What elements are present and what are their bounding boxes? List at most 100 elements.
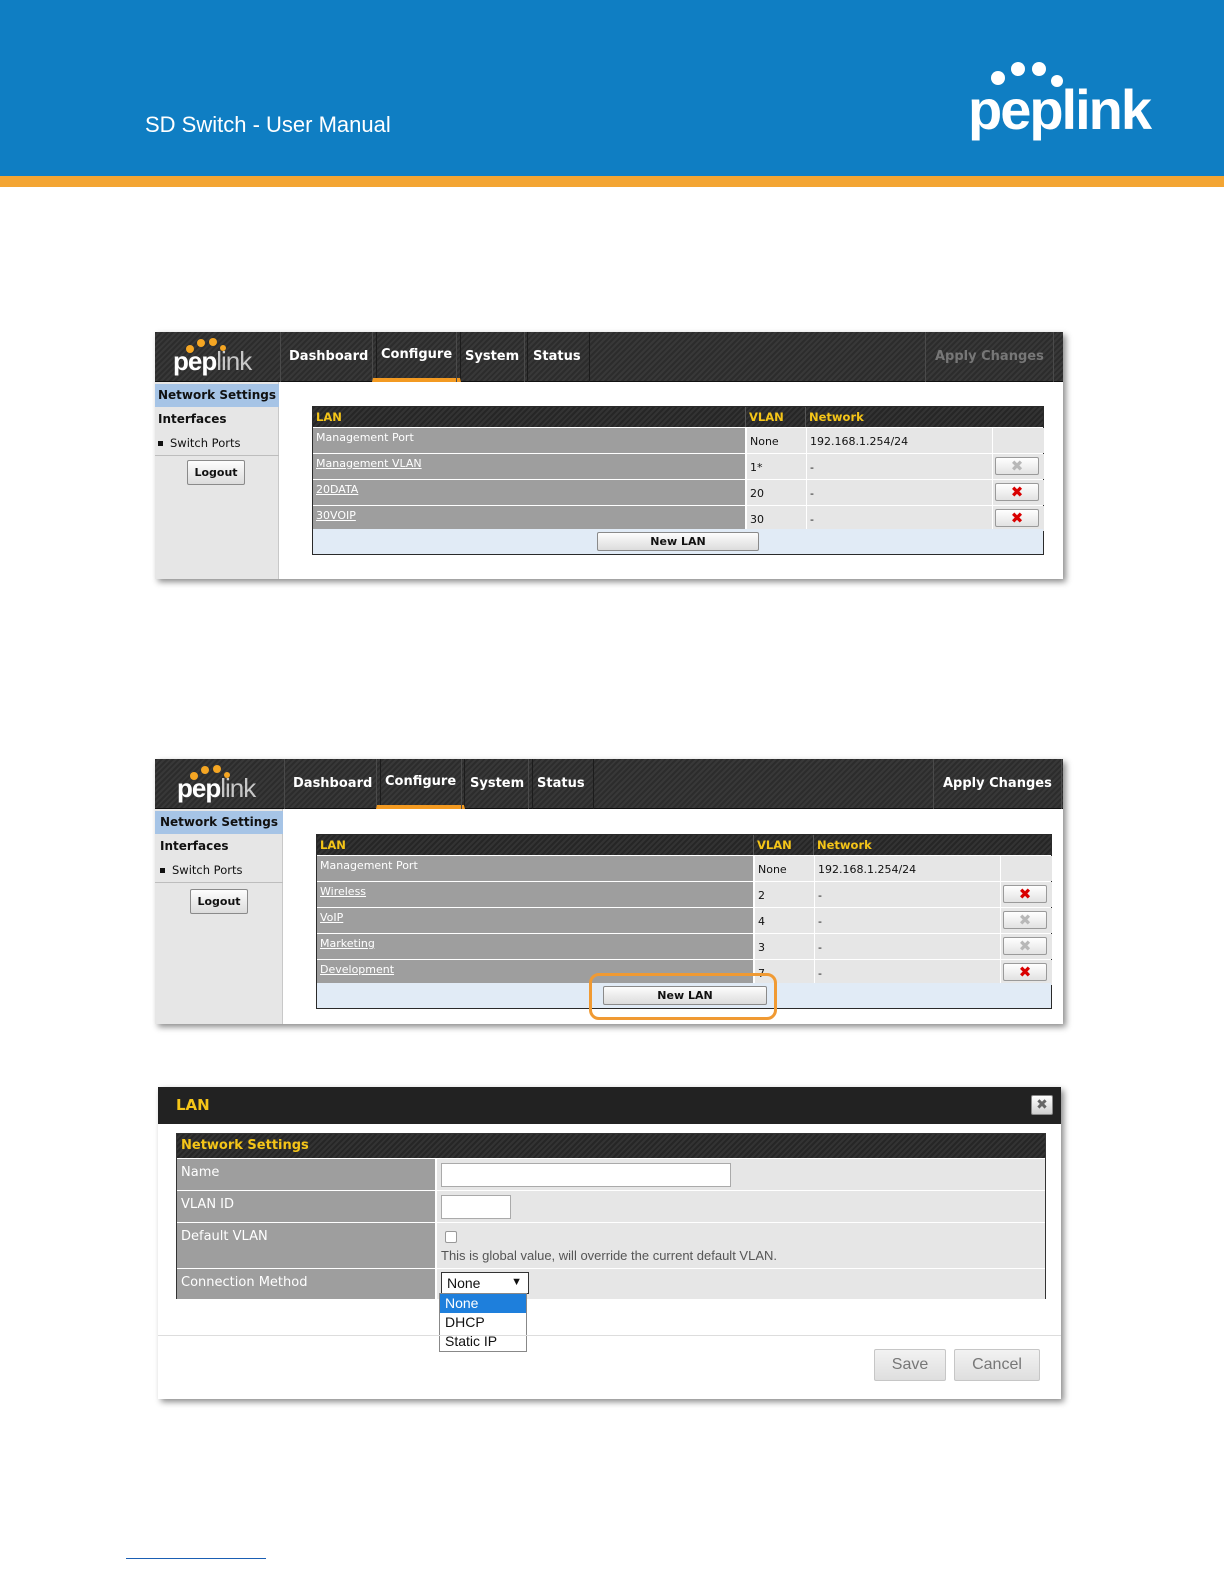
new-lan-button[interactable]: New LAN — [597, 532, 759, 551]
network-cell: - — [807, 480, 993, 505]
network-cell: - — [807, 454, 993, 479]
table-row: VoIP 4 - ✖ — [317, 907, 1053, 933]
delete-icon: ✖ — [1003, 911, 1047, 929]
network-cell: - — [815, 882, 1001, 907]
tab-system[interactable]: System — [461, 759, 534, 809]
brand-wordmark: peplink — [968, 78, 1152, 141]
lan-name-cell: VoIP — [317, 908, 755, 933]
default-vlan-label: Default VLAN — [177, 1223, 437, 1268]
network-cell: - — [807, 506, 993, 531]
save-button[interactable]: Save — [874, 1349, 946, 1381]
sidebar: Network Settings Interfaces Switch Ports… — [155, 809, 283, 1024]
lan-link[interactable]: VoIP — [320, 911, 343, 924]
lan-name-cell: Marketing — [317, 934, 755, 959]
dropdown-arrow-icon: ▼ — [511, 1276, 522, 1288]
action-cell: ✖ — [1001, 908, 1053, 933]
form-row-vlan-id: VLAN ID — [177, 1190, 1045, 1222]
column-header-lan: LAN — [320, 838, 346, 852]
peplink-brand-logo: peplink — [968, 60, 1152, 150]
form-row-connection-method: Connection Method None ▼ — [177, 1268, 1045, 1299]
column-header-vlan: VLAN — [745, 407, 805, 427]
connection-method-label: Connection Method — [177, 1269, 437, 1299]
cancel-button[interactable]: Cancel — [954, 1349, 1040, 1381]
sidebar-item-network-settings[interactable]: Network Settings — [155, 811, 283, 834]
vlan-id-label: VLAN ID — [177, 1191, 437, 1222]
selected-value: None — [447, 1275, 481, 1291]
apply-changes-button[interactable]: Apply Changes — [933, 759, 1062, 809]
column-header-network: Network — [805, 407, 991, 427]
lan-list-screenshot-2: peplink Dashboard Configure System Statu… — [155, 759, 1063, 1024]
logo-text-link: link — [220, 773, 256, 803]
lan-link[interactable]: 30VOIP — [316, 509, 356, 522]
form-value-cell: This is global value, will override the … — [437, 1223, 1045, 1268]
apply-changes-button[interactable]: Apply Changes — [925, 332, 1054, 382]
action-cell: ✖ — [993, 480, 1045, 505]
connection-method-select[interactable]: None ▼ — [441, 1272, 529, 1294]
tab-status[interactable]: Status — [524, 332, 590, 382]
sidebar: Network Settings Interfaces Switch Ports… — [155, 382, 279, 579]
tab-configure[interactable]: Configure — [376, 759, 466, 809]
table-row: Management Port None 192.168.1.254/24 — [317, 855, 1053, 881]
sidebar-item-switch-ports[interactable]: Switch Ports — [160, 863, 242, 877]
tab-dashboard[interactable]: Dashboard — [280, 332, 378, 382]
tab-system[interactable]: System — [456, 332, 529, 382]
lan-link[interactable]: Wireless — [320, 885, 366, 898]
action-cell — [1001, 856, 1053, 881]
lan-link[interactable]: Marketing — [320, 937, 375, 950]
delete-icon[interactable]: ✖ — [1003, 963, 1047, 981]
delete-icon[interactable]: ✖ — [995, 509, 1039, 527]
sidebar-item-interfaces[interactable]: Interfaces — [160, 839, 229, 853]
network-cell: 192.168.1.254/24 — [815, 856, 1001, 881]
top-nav-bar: peplink Dashboard Configure System Statu… — [155, 332, 1063, 382]
close-icon[interactable]: ✖ — [1031, 1095, 1053, 1115]
vlan-cell: None — [747, 428, 807, 453]
column-header-network: Network — [813, 835, 999, 855]
form-row-name: Name — [177, 1158, 1045, 1190]
name-label: Name — [177, 1159, 437, 1190]
logo-text-pep: pep — [173, 346, 217, 376]
network-cell: - — [815, 934, 1001, 959]
app-logo: peplink — [173, 338, 273, 380]
tab-dashboard[interactable]: Dashboard — [284, 759, 382, 809]
network-cell: - — [815, 908, 1001, 933]
logout-button[interactable]: Logout — [190, 889, 248, 914]
option-dhcp[interactable]: DHCP — [440, 1313, 526, 1332]
table-footer: New LAN — [313, 529, 1043, 554]
lan-name-cell: Management VLAN — [313, 454, 747, 479]
modal-title: LAN — [158, 1087, 1061, 1124]
option-none[interactable]: None — [440, 1294, 526, 1313]
delete-icon[interactable]: ✖ — [1003, 885, 1047, 903]
sidebar-item-interfaces[interactable]: Interfaces — [158, 412, 227, 426]
delete-icon: ✖ — [995, 457, 1039, 475]
lan-name-cell: Management Port — [313, 428, 747, 453]
bullet-icon — [160, 868, 165, 873]
delete-icon[interactable]: ✖ — [995, 483, 1039, 501]
column-header-lan: LAN — [316, 410, 342, 424]
form-section-header: Network Settings — [177, 1134, 1045, 1158]
bullet-icon — [158, 441, 163, 446]
vlan-id-input[interactable] — [441, 1195, 511, 1219]
sidebar-item-label: Switch Ports — [172, 863, 243, 877]
footer-link-underline — [126, 1558, 266, 1559]
lan-link[interactable]: Management VLAN — [316, 457, 422, 470]
lan-link[interactable]: 20DATA — [316, 483, 358, 496]
banner-accent-bar — [0, 176, 1224, 187]
lan-modal-screenshot: LAN ✖ Network Settings Name VLAN ID Defa… — [158, 1087, 1061, 1399]
vlan-cell: 30 — [747, 506, 807, 531]
lan-name-cell: 20DATA — [313, 480, 747, 505]
form-value-cell — [437, 1191, 1045, 1222]
tab-configure[interactable]: Configure — [372, 332, 462, 382]
vlan-cell: 2 — [755, 882, 815, 907]
sidebar-item-network-settings[interactable]: Network Settings — [155, 384, 279, 407]
name-input[interactable] — [441, 1163, 731, 1187]
connection-method-options: None DHCP Static IP — [439, 1293, 527, 1352]
action-cell: ✖ — [993, 506, 1045, 531]
sidebar-item-switch-ports[interactable]: Switch Ports — [158, 436, 240, 450]
default-vlan-checkbox[interactable] — [445, 1231, 457, 1243]
tab-status[interactable]: Status — [528, 759, 594, 809]
column-header-vlan: VLAN — [753, 835, 813, 855]
lan-link[interactable]: Development — [320, 963, 394, 976]
table-row: Marketing 3 - ✖ — [317, 933, 1053, 959]
logout-button[interactable]: Logout — [187, 460, 245, 485]
default-vlan-note: This is global value, will override the … — [441, 1248, 777, 1263]
